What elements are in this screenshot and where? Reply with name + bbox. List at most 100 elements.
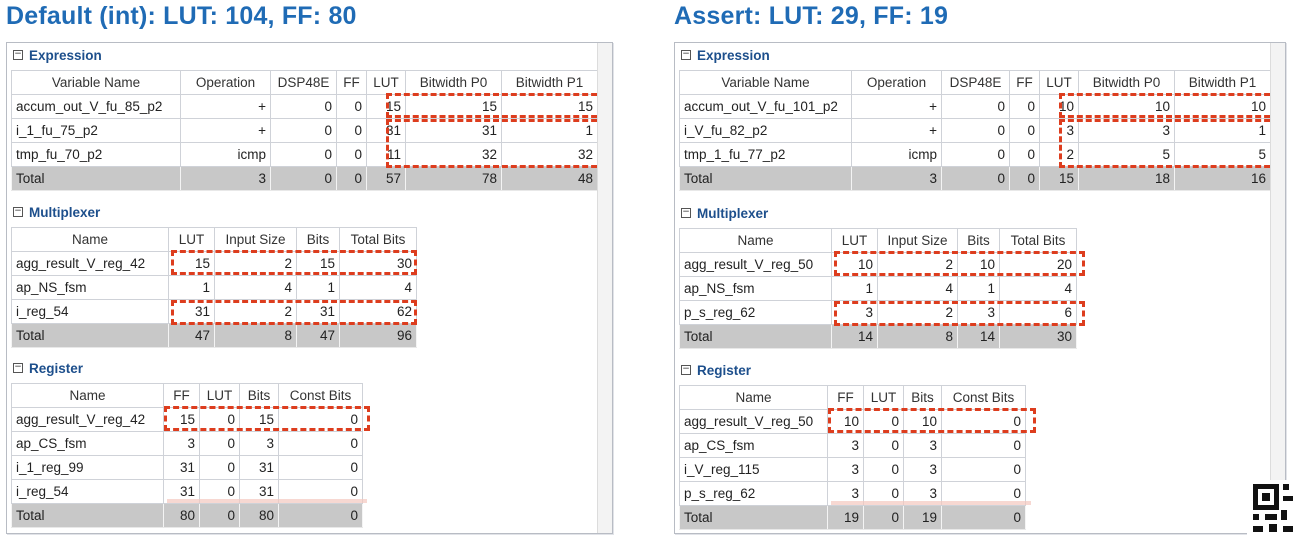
cell: 20	[999, 252, 1077, 277]
cell: 2	[1039, 142, 1079, 167]
cell: 0	[863, 409, 904, 434]
column-header[interactable]: FF	[163, 383, 200, 408]
column-header[interactable]: LUT	[1039, 70, 1079, 95]
cell: 1	[168, 275, 215, 300]
total-row: Total 19 0 19 0	[679, 505, 1026, 530]
cell: 78	[405, 166, 502, 191]
table-row: tmp_1_fu_77_p2 icmp 0 0 2 5 5	[679, 142, 1271, 167]
column-header[interactable]: Name	[679, 385, 828, 410]
column-header[interactable]: LUT	[199, 383, 240, 408]
cell: 0	[199, 455, 240, 480]
cell: 15	[163, 407, 200, 432]
left-register-section[interactable]: − Register	[7, 359, 83, 377]
column-header[interactable]: Name	[679, 228, 832, 253]
cell: 19	[903, 505, 942, 530]
column-header[interactable]: Total Bits	[339, 227, 417, 252]
column-header[interactable]: Name	[11, 383, 164, 408]
column-header[interactable]: Input Size	[877, 228, 958, 253]
column-header[interactable]: Bits	[296, 227, 340, 252]
cell: +	[851, 118, 942, 143]
table-row: i_1_reg_99 31 0 31 0	[11, 455, 363, 480]
column-header[interactable]: Bitwidth P1	[1174, 70, 1271, 95]
cell: 11	[366, 142, 406, 167]
cell: tmp_1_fu_77_p2	[679, 142, 852, 167]
cell: 0	[941, 433, 1026, 458]
column-header[interactable]: FF	[336, 70, 367, 95]
column-header[interactable]: DSP48E	[270, 70, 337, 95]
table-row: agg_result_V_reg_42 15 0 15 0	[11, 407, 363, 432]
left-multiplexer-section[interactable]: − Multiplexer	[7, 203, 100, 221]
collapse-minus-icon[interactable]: −	[681, 208, 691, 218]
column-header[interactable]: Bits	[239, 383, 279, 408]
column-header[interactable]: Operation	[180, 70, 271, 95]
cell: accum_out_V_fu_101_p2	[679, 94, 852, 119]
cell: 31	[163, 455, 200, 480]
table-row: ap_CS_fsm 3 0 3 0	[11, 431, 363, 456]
column-header[interactable]: Name	[11, 227, 169, 252]
cell: 0	[941, 409, 1026, 434]
column-header[interactable]: Bitwidth P0	[405, 70, 502, 95]
right-register-section[interactable]: − Register	[675, 361, 751, 379]
vertical-scrollbar[interactable]	[597, 43, 612, 533]
collapse-minus-icon[interactable]: −	[13, 363, 23, 373]
column-header[interactable]: FF	[827, 385, 864, 410]
cell: Total	[11, 503, 164, 528]
column-header[interactable]: FF	[1009, 70, 1040, 95]
cell: 3	[903, 433, 942, 458]
column-header[interactable]: Const Bits	[278, 383, 363, 408]
column-header[interactable]: Const Bits	[941, 385, 1026, 410]
column-header[interactable]: Variable Name	[11, 70, 181, 95]
cell: 3	[1078, 118, 1175, 143]
cell: 1	[957, 276, 1000, 301]
collapse-minus-icon[interactable]: −	[681, 50, 691, 60]
cell: 0	[941, 166, 1010, 191]
total-row: Total 47 8 47 96	[11, 323, 417, 348]
cell: ap_NS_fsm	[679, 276, 832, 301]
cell: Total	[679, 324, 832, 349]
column-header[interactable]: Total Bits	[999, 228, 1077, 253]
column-header[interactable]: LUT	[366, 70, 406, 95]
column-header[interactable]: LUT	[168, 227, 215, 252]
cell: 3	[827, 457, 864, 482]
left-report-panel: − Expression Variable Name Operation DSP…	[6, 42, 613, 534]
cell: agg_result_V_reg_42	[11, 251, 169, 276]
qr-code-icon	[1247, 480, 1293, 539]
right-multiplexer-section[interactable]: − Multiplexer	[675, 204, 768, 222]
collapse-minus-icon[interactable]: −	[681, 365, 691, 375]
cell: 3	[831, 300, 878, 325]
right-multiplexer-table: Name LUT Input Size Bits Total Bits agg_…	[679, 228, 1077, 349]
cell: 15	[405, 94, 502, 119]
column-header[interactable]: Bits	[957, 228, 1000, 253]
section-label: Expression	[29, 47, 102, 63]
cell: 3	[1039, 118, 1079, 143]
column-header[interactable]: DSP48E	[941, 70, 1010, 95]
cell: 15	[239, 407, 279, 432]
column-header[interactable]: Bits	[903, 385, 942, 410]
cell: 0	[941, 142, 1010, 167]
cell: 10	[1039, 94, 1079, 119]
column-header[interactable]: Variable Name	[679, 70, 852, 95]
cell: 32	[405, 142, 502, 167]
cell: 15	[501, 94, 598, 119]
vertical-scrollbar[interactable]	[1270, 43, 1285, 533]
column-header[interactable]: Bitwidth P0	[1078, 70, 1175, 95]
cell: 0	[199, 407, 240, 432]
collapse-minus-icon[interactable]: −	[13, 207, 23, 217]
cell: 2	[214, 299, 297, 324]
column-header[interactable]: LUT	[831, 228, 878, 253]
table-header-row: Name FF LUT Bits Const Bits	[679, 385, 1026, 410]
cell: Total	[679, 505, 828, 530]
right-expression-section[interactable]: − Expression	[675, 46, 770, 64]
cell: tmp_fu_70_p2	[11, 142, 181, 167]
cell: icmp	[851, 142, 942, 167]
column-header[interactable]: Bitwidth P1	[501, 70, 598, 95]
collapse-minus-icon[interactable]: −	[13, 50, 23, 60]
cell: accum_out_V_fu_85_p2	[11, 94, 181, 119]
cell: 4	[877, 276, 958, 301]
left-expression-section[interactable]: − Expression	[7, 46, 102, 64]
right-expression-table: Variable Name Operation DSP48E FF LUT Bi…	[679, 70, 1271, 191]
column-header[interactable]: LUT	[863, 385, 904, 410]
column-header[interactable]: Operation	[851, 70, 942, 95]
column-header[interactable]: Input Size	[214, 227, 297, 252]
cell: 0	[1009, 94, 1040, 119]
